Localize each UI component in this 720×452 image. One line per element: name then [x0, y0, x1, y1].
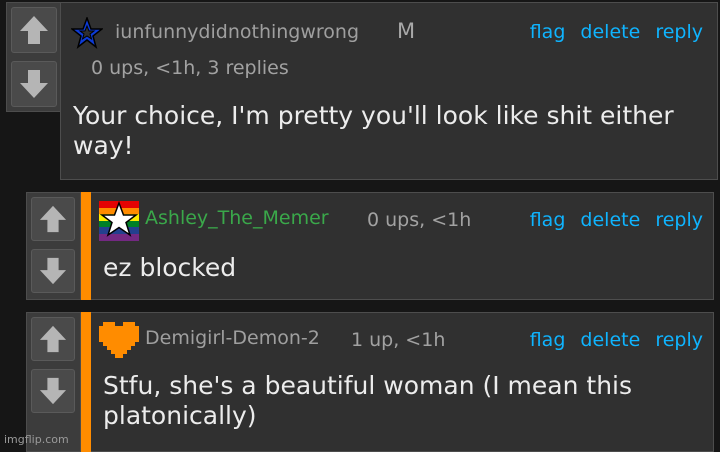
comment-content: iunfunnydidnothingwrong M flag delete re…: [60, 2, 718, 180]
up-arrow-icon: [39, 324, 67, 354]
upvote-button[interactable]: [11, 7, 57, 53]
vote-column: [27, 313, 81, 451]
upvote-button[interactable]: [31, 197, 75, 241]
up-arrow-icon: [39, 204, 67, 234]
flag-link[interactable]: flag: [530, 21, 566, 43]
down-arrow-icon: [39, 256, 67, 286]
delete-link[interactable]: delete: [580, 209, 640, 231]
up-arrow-icon: [19, 14, 49, 46]
vote-column: [27, 193, 81, 299]
orange-pixel-heart-icon: [99, 321, 139, 359]
comment-3: Demigirl-Demon-2 1 up, <1h flag delete r…: [26, 312, 714, 452]
comment-username[interactable]: Ashley_The_Memer: [145, 207, 329, 229]
comment-meta: 0 ups, <1h, 3 replies: [91, 57, 289, 79]
reply-link[interactable]: reply: [655, 329, 703, 351]
reply-link[interactable]: reply: [655, 209, 703, 231]
blue-star-icon: [71, 17, 103, 49]
reply-accent-bar: [81, 312, 91, 452]
downvote-button[interactable]: [31, 249, 75, 293]
upvote-button[interactable]: [31, 317, 75, 361]
flag-link[interactable]: flag: [530, 329, 566, 351]
comment-body: ez blocked: [103, 253, 703, 283]
down-arrow-icon: [19, 68, 49, 100]
mod-badge: M: [397, 19, 415, 43]
comment-username[interactable]: Demigirl-Demon-2: [145, 327, 320, 349]
comment-2: Ashley_The_Memer 0 ups, <1h flag delete …: [26, 192, 714, 300]
comment-actions: flag delete reply: [530, 209, 703, 231]
delete-link[interactable]: delete: [580, 21, 640, 43]
watermark: imgflip.com: [4, 433, 69, 446]
comment-body: Your choice, I'm pretty you'll look like…: [73, 101, 713, 161]
flag-link[interactable]: flag: [530, 209, 566, 231]
delete-link[interactable]: delete: [580, 329, 640, 351]
comment-1: iunfunnydidnothingwrong M flag delete re…: [6, 2, 718, 180]
reply-link[interactable]: reply: [655, 21, 703, 43]
downvote-button[interactable]: [31, 369, 75, 413]
downvote-button[interactable]: [11, 61, 57, 107]
vote-column: [6, 2, 62, 112]
comment-actions: flag delete reply: [530, 21, 703, 43]
rainbow-flag-star-icon: [99, 201, 139, 241]
comment-actions: flag delete reply: [530, 329, 703, 351]
reply-accent-bar: [81, 192, 91, 300]
comment-meta: 1 up, <1h: [351, 329, 445, 351]
comment-username[interactable]: iunfunnydidnothingwrong: [115, 21, 359, 43]
down-arrow-icon: [39, 376, 67, 406]
comment-body: Stfu, she's a beautiful woman (I mean th…: [103, 371, 703, 431]
comment-meta: 0 ups, <1h: [367, 209, 471, 231]
